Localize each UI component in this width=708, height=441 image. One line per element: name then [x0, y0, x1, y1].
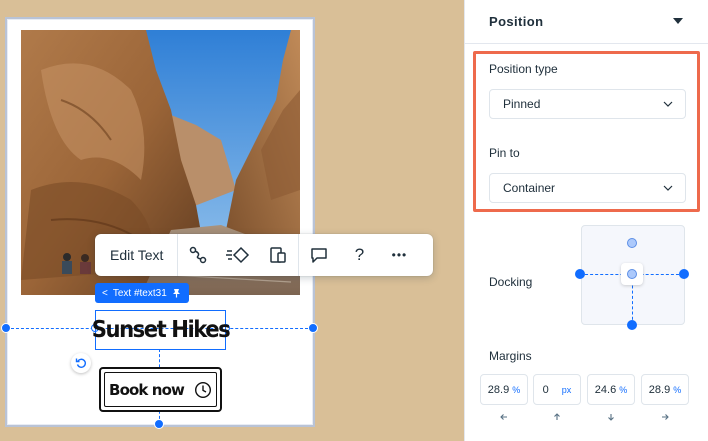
chevron-left-icon: <	[102, 287, 108, 299]
element-toolbar: Edit Text ? •••	[95, 234, 433, 276]
margin-top-value: 0	[542, 383, 549, 396]
link-button[interactable]	[178, 234, 218, 276]
margin-bottom-unit[interactable]: %	[619, 385, 627, 395]
animation-icon	[226, 246, 250, 264]
book-now-button[interactable]: Book now	[99, 367, 222, 412]
position-type-value: Pinned	[503, 97, 541, 111]
margin-left-field[interactable]: 28.9 %	[480, 374, 528, 405]
up-arrow-icon	[554, 413, 560, 420]
margin-left-unit[interactable]: %	[512, 385, 520, 395]
pin-to-label: Pin to	[489, 146, 520, 160]
comment-button[interactable]	[299, 234, 339, 276]
edit-text-button[interactable]: Edit Text	[95, 234, 179, 276]
position-panel: Position Position type Pinned Pin to Con…	[464, 0, 708, 441]
down-arrow-icon	[608, 414, 614, 421]
dock-right-toggle[interactable]	[679, 269, 689, 279]
dock-left-toggle[interactable]	[575, 269, 585, 279]
margin-left-value: 28.9	[487, 383, 510, 396]
element-label-chip[interactable]: < Text #text31	[95, 283, 189, 303]
bottom-anchor-handle[interactable]	[154, 419, 164, 429]
right-arrow-icon	[662, 414, 669, 420]
pin-to-dropdown[interactable]: Container	[489, 173, 686, 203]
panel-title: Position	[489, 14, 544, 29]
right-resize-handle[interactable]	[308, 323, 318, 333]
book-now-label: Book now	[109, 380, 185, 399]
caret-down-icon[interactable]	[673, 18, 683, 24]
chevron-down-icon	[663, 185, 673, 191]
more-icon: •••	[391, 248, 408, 262]
layout-button[interactable]	[258, 234, 298, 276]
clock-icon	[194, 381, 211, 398]
margins-label: Margins	[489, 349, 532, 363]
rotate-icon	[75, 358, 86, 368]
left-arrow-icon	[500, 414, 507, 420]
margin-bottom-field[interactable]: 24.6 %	[587, 374, 635, 405]
chevron-down-icon	[663, 101, 673, 107]
margin-right-unit[interactable]: %	[673, 385, 681, 395]
position-section-header[interactable]: Position	[465, 0, 708, 44]
pin-to-value: Container	[503, 181, 556, 195]
comment-icon	[311, 248, 328, 263]
margin-bottom-value: 24.6	[594, 383, 617, 396]
help-button[interactable]: ?	[339, 234, 379, 276]
margin-right-field[interactable]: 28.9 %	[641, 374, 689, 405]
docking-label: Docking	[489, 275, 533, 289]
link-icon	[190, 246, 207, 264]
layout-icon	[270, 247, 287, 263]
dock-bottom-toggle[interactable]	[627, 320, 637, 330]
more-button[interactable]: •••	[379, 234, 419, 276]
help-icon: ?	[354, 245, 365, 264]
margin-top-field[interactable]: 0 px	[533, 374, 581, 405]
rotate-button[interactable]	[71, 353, 91, 373]
margin-right-value: 28.9	[648, 383, 671, 396]
position-type-dropdown[interactable]: Pinned	[489, 89, 686, 119]
dock-top-toggle[interactable]	[627, 238, 637, 248]
pin-icon	[172, 289, 180, 298]
book-now-inner: Book now	[104, 372, 217, 407]
left-resize-handle[interactable]	[1, 323, 11, 333]
dock-center-toggle[interactable]	[627, 269, 637, 279]
position-type-label: Position type	[489, 62, 558, 76]
element-label: Text #text31	[112, 287, 167, 299]
animation-button[interactable]	[218, 234, 258, 276]
page-title-text[interactable]: Sunset Hikes	[92, 311, 231, 349]
margin-top-unit[interactable]: px	[562, 385, 572, 395]
